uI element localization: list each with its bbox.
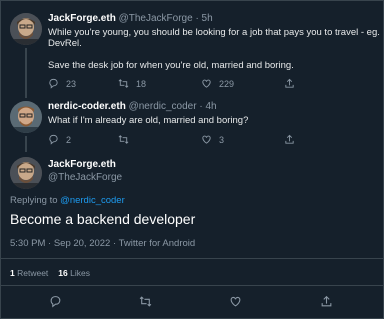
thread-connector <box>25 48 27 98</box>
reply-count: 2 <box>66 134 72 145</box>
reply-button[interactable]: 23 <box>48 78 118 89</box>
like-count: 229 <box>219 78 235 89</box>
author-name[interactable]: nerdic-coder.eth <box>48 101 126 112</box>
author-handle-time[interactable]: @TheJackForge · 5h <box>119 13 213 24</box>
replying-to: Replying to @nerdic_coder <box>10 195 125 206</box>
tweet-text-line: Save the desk job for when you're old, m… <box>48 60 294 71</box>
like-count: 3 <box>219 134 225 145</box>
like-button[interactable]: 229 <box>201 78 284 89</box>
share-icon <box>284 78 295 89</box>
like-icon[interactable] <box>229 295 242 308</box>
main-author-name[interactable]: JackForge.eth <box>48 159 116 170</box>
like-stat-label: Likes <box>70 268 90 278</box>
retweet-count: 18 <box>136 78 147 89</box>
avatar-jackforge[interactable] <box>10 13 42 45</box>
share-icon <box>284 134 295 145</box>
tweet-text: While you're young, you should be lookin… <box>48 27 380 71</box>
reply-button[interactable]: 2 <box>48 134 118 145</box>
retweet-stat[interactable]: 1 Retweet <box>10 268 48 278</box>
thread-connector <box>25 136 27 152</box>
reply-count: 23 <box>66 78 77 89</box>
tweet-text-line: While you're young, you should be lookin… <box>48 27 380 38</box>
retweet-icon <box>118 78 129 89</box>
main-tweet-text: Become a backend developer <box>10 211 196 227</box>
share-button[interactable] <box>284 78 295 89</box>
tweet-text: What if I'm already are old, married and… <box>48 115 249 126</box>
author-name[interactable]: JackForge.eth <box>48 13 116 24</box>
replying-prefix: Replying to <box>10 195 61 206</box>
author-handle-time[interactable]: @nerdic_coder · 4h <box>129 101 217 112</box>
reply-icon <box>48 78 59 89</box>
divider <box>0 258 384 259</box>
like-icon <box>201 78 212 89</box>
like-icon <box>201 134 212 145</box>
retweet-stat-count: 1 <box>10 268 15 278</box>
like-stat-count: 16 <box>58 268 68 278</box>
tweet-stats: 1 Retweet 16 Likes <box>10 268 90 278</box>
tweet-actions: 23 18 229 <box>48 78 295 89</box>
retweet-button[interactable]: 18 <box>118 78 201 89</box>
share-button[interactable] <box>284 134 295 145</box>
reply-icon[interactable] <box>49 295 62 308</box>
reply-icon <box>48 134 59 145</box>
retweet-button[interactable] <box>118 134 201 145</box>
tweet-author-line: nerdic-coder.eth @nerdic_coder · 4h <box>48 101 217 112</box>
tweet-author-line: JackForge.eth @TheJackForge · 5h <box>48 13 213 24</box>
like-button[interactable]: 3 <box>201 134 284 145</box>
tweet-actions: 2 3 <box>48 134 295 145</box>
like-stat[interactable]: 16 Likes <box>58 268 90 278</box>
retweet-stat-label: Retweet <box>17 268 49 278</box>
tweet-timestamp[interactable]: 5:30 PM · Sep 20, 2022 · Twitter for And… <box>10 238 195 249</box>
replying-handle-link[interactable]: @nerdic_coder <box>60 195 125 206</box>
tweet-text-line: DevRel. <box>48 38 82 49</box>
share-icon[interactable] <box>320 295 333 308</box>
retweet-icon <box>118 134 129 145</box>
main-author-handle[interactable]: @TheJackForge <box>48 172 122 183</box>
divider <box>0 285 384 286</box>
retweet-icon[interactable] <box>139 295 152 308</box>
avatar-nerdic-coder[interactable] <box>10 101 42 133</box>
avatar-jackforge[interactable] <box>10 157 42 189</box>
